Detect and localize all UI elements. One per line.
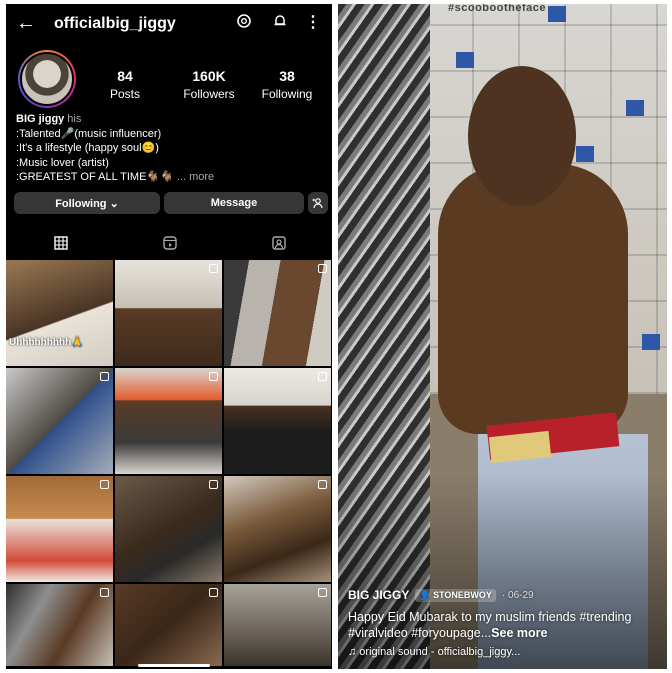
pronouns: his [67,113,82,125]
followers-count: 160K [192,68,226,84]
grid-post[interactable] [224,476,331,582]
video-panel[interactable]: #scoobootheface BIG JIGGY 👤 STONEBWOY · … [338,4,667,669]
posts-grid: Uhhhhhhhhh🙏 [6,260,332,666]
grid-post[interactable]: Uhhhhhhhhh🙏 [6,260,113,366]
grid-post[interactable] [115,584,222,666]
profile-username: officialbig_jiggy [54,15,176,32]
grid-post[interactable] [6,368,113,474]
following-stat[interactable]: 38 Following [252,68,322,101]
collab-badge[interactable]: 👤 STONEBWOY [415,588,496,602]
video-overlay-text: #scoobootheface [448,4,546,14]
display-name: BIG jiggy [16,113,65,125]
bio-line: :GREATEST OF ALL TIME🐐🐐 [16,171,174,183]
profile-bio: BIG jiggy his :Talented🎤(music influencer… [16,112,326,185]
video-info: BIG JIGGY 👤 STONEBWOY · 06-29 Happy Eid … [348,588,662,658]
collab-name: STONEBWOY [433,589,492,600]
home-indicator [138,664,210,667]
video-author[interactable]: BIG JIGGY [348,588,409,602]
add-user-icon[interactable] [308,192,328,214]
posts-count: 84 [117,68,133,84]
bio-line: :Talented🎤(music influencer) [16,127,162,140]
video-date: · 06-29 [501,589,534,601]
see-more-link[interactable]: See more [491,626,547,640]
caption-text: Happy Eid Mubarak to my muslim friends #… [348,610,632,640]
top-bar: ← officialbig_jiggy ⋮ [6,4,332,44]
profile-avatar[interactable] [18,50,76,108]
sound-label[interactable]: ♫ original sound - officialbig_jiggy... [348,646,662,658]
kebab-menu-icon[interactable]: ⋮ [305,12,321,32]
grid-post[interactable] [115,476,222,582]
posts-label: Posts [109,87,140,101]
grid-post[interactable] [115,368,222,474]
tagged-icon[interactable] [272,236,286,250]
grid-icon[interactable] [54,236,68,250]
posts-stat[interactable]: 84 Posts [90,68,160,101]
following-label: Following [261,87,313,101]
grid-post[interactable] [6,476,113,582]
followers-label: Followers [183,87,235,101]
back-arrow-icon[interactable]: ← [16,12,36,35]
grid-post[interactable] [224,368,331,474]
grid-post[interactable] [224,260,331,366]
bio-line: :Music lover (artist) [16,156,109,169]
threads-icon[interactable] [236,13,252,34]
grid-post[interactable] [224,584,331,666]
instagram-profile-panel: ← officialbig_jiggy ⋮ 84 Posts 160K Foll… [6,4,332,669]
message-button[interactable]: Message [164,192,304,214]
following-button[interactable]: Following ⌄ [14,192,160,214]
post-caption: Uhhhhhhhhh🙏 [9,337,84,348]
bio-more-link[interactable]: ... more [177,171,214,183]
grid-post[interactable] [6,584,113,666]
video-caption: Happy Eid Mubarak to my muslim friends #… [348,609,662,641]
followers-stat[interactable]: 160K Followers [174,68,244,101]
profile-tabs [6,232,332,258]
following-count: 38 [279,68,295,84]
reels-icon[interactable] [163,236,177,250]
bio-line: :It's a lifestyle (happy soul😊) [16,142,159,154]
grid-post[interactable] [115,260,222,366]
bell-icon[interactable] [272,13,288,34]
